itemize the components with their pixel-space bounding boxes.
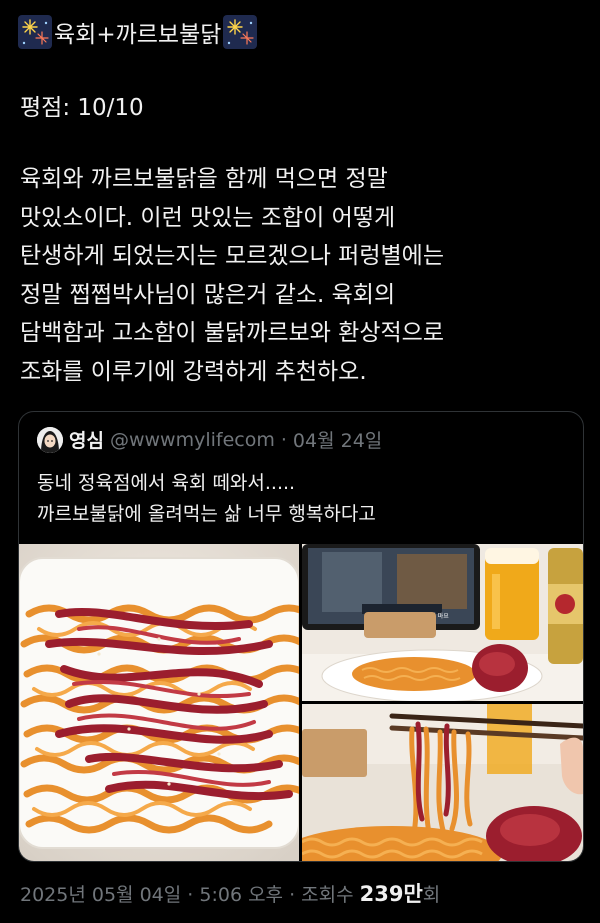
separator-dot: · [181, 884, 200, 906]
separator-dot: · [280, 428, 287, 451]
quoted-author-name[interactable]: 영심 [69, 426, 104, 453]
post-time[interactable]: 5:06 오후 [199, 884, 283, 906]
post-meta: 2025년 05월 04일 · 5:06 오후 · 조회수 239만회 [20, 878, 440, 908]
fireworks-icon [18, 15, 52, 49]
post-body-line: 육회와 까르보불닭을 함께 먹으면 정말 [20, 166, 388, 192]
views-count[interactable]: 239만 [360, 882, 423, 906]
quoted-post-date[interactable]: 04월 24일 [293, 426, 382, 453]
separator-dot: · [283, 884, 302, 906]
post-title: 육회+까르보불닭 [18, 12, 258, 52]
views-label: 조회수 [301, 884, 360, 906]
quoted-post-text: 동네 정육점에서 육회 떼와서..... 까르보불닭에 올려먹는 삶 너무 행복… [37, 468, 376, 530]
rating-text: 평점: 10/10 [20, 95, 144, 121]
photo-chopsticks-noodles[interactable] [302, 704, 583, 861]
photo-tablet-beer[interactable]: 제발 처음 맘 변하지 마요 [302, 544, 583, 701]
post-body-line: 조화를 이루기에 강력하게 추천하오. [20, 358, 367, 385]
avatar[interactable] [37, 426, 63, 453]
post-date[interactable]: 2025년 05월 04일 [20, 884, 181, 906]
post-body-line: 탄생하게 되었는지는 모르겠으나 퍼렁별에는 [20, 243, 444, 269]
fireworks-icon [223, 15, 258, 49]
quoted-post-card[interactable]: 영심 @wwwmylifecom · 04월 24일 동네 정육점에서 육회 떼… [18, 411, 584, 862]
photo-yukhoe-plate[interactable] [19, 544, 299, 861]
post-body-line: 담백함과 고소함이 불닭까르보와 환상적으로 [20, 320, 444, 346]
post-body-line: 정말 쩝쩝박사님이 많은거 같소. 육회의 [20, 281, 396, 308]
quoted-text-line: 동네 정육점에서 육회 떼와서..... [37, 472, 296, 494]
quoted-author-handle[interactable]: @wwwmylifecom [110, 429, 275, 451]
post-title-text: 육회+까르보불닭 [54, 22, 222, 48]
post-body-line: 맛있소이다. 이런 맛있는 조합이 어떻게 [20, 204, 396, 231]
quoted-text-line: 까르보불닭에 올려먹는 삶 너무 행복하다고 [37, 503, 376, 525]
post-body: 육회와 까르보불닭을 함께 먹으면 정말 맛있소이다. 이런 맛있는 조합이 어… [20, 160, 585, 391]
views-unit: 회 [422, 884, 441, 906]
photo-grid: 제발 처음 맘 변하지 마요 [19, 544, 583, 861]
quoted-post-header: 영심 @wwwmylifecom · 04월 24일 [37, 426, 382, 453]
